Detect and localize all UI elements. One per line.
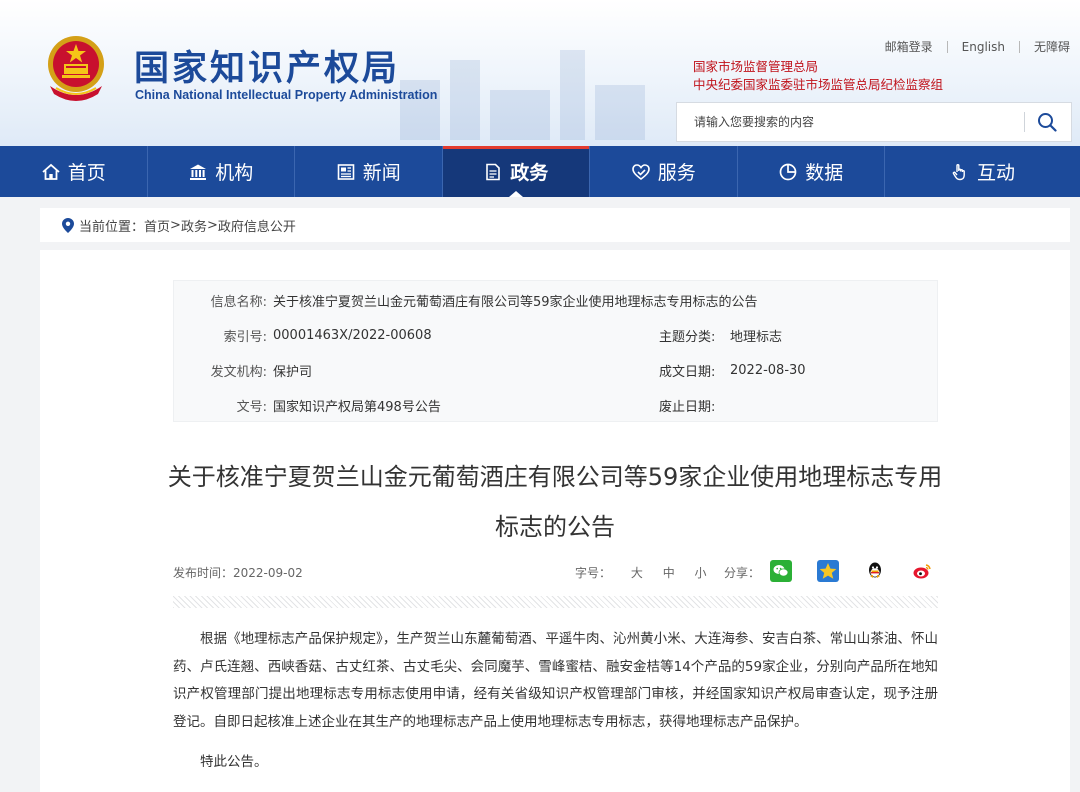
nav-label: 服务 <box>657 162 696 184</box>
meta-value-docno: 国家知识产权局第498号公告 <box>273 399 441 415</box>
nav-label: 机构 <box>215 162 254 184</box>
home-icon <box>41 162 61 182</box>
meta-label: 主题分类: <box>659 329 716 345</box>
nav-item-data[interactable]: 数据 <box>738 146 885 197</box>
nav-item-home[interactable]: 首页 <box>0 146 148 197</box>
news-icon <box>336 162 356 182</box>
nav-label: 新闻 <box>362 162 401 184</box>
font-size-large-button[interactable]: 大 <box>631 566 643 580</box>
meta-value-index: 00001463X/2022-00608 <box>273 327 432 343</box>
breadcrumb-separator: > <box>170 217 181 233</box>
interaction-hand-icon <box>950 162 970 182</box>
font-size-label: 字号： <box>575 566 612 580</box>
nav-label: 互动 <box>976 162 1015 184</box>
font-size-small-button[interactable]: 小 <box>695 566 707 580</box>
meta-label: 废止日期: <box>659 399 716 415</box>
institution-icon <box>188 162 208 182</box>
meta-label: 信息名称: <box>210 294 267 310</box>
nav-item-news[interactable]: 新闻 <box>295 146 443 197</box>
meta-label: 索引号: <box>223 329 267 345</box>
qq-icon[interactable] <box>864 560 886 582</box>
breadcrumb-prefix: 当前位置： <box>79 219 145 235</box>
article-body: 根据《地理标志产品保护规定》，生产贺兰山东麓葡萄酒、平遥牛肉、沁州黄小米、大连海… <box>173 631 938 730</box>
article-title: 关于核准宁夏贺兰山金元葡萄酒庄有限公司等59家企业使用地理标志专用标志的公告 <box>167 463 943 541</box>
government-affairs-icon <box>483 162 503 182</box>
meta-value-date: 2022-08-30 <box>730 362 806 378</box>
meta-label: 发文机构: <box>210 364 267 380</box>
supervisor-link-discipline[interactable]: 中央纪委国家监委驻市场监管总局纪检监察组 <box>693 76 943 94</box>
nav-label: 政务 <box>510 162 549 184</box>
supervising-agencies: 国家市场监督管理总局 中央纪委国家监委驻市场监管总局纪检监察组 <box>693 58 943 94</box>
breadcrumb: 当前位置： 首页 > 政务 > 政府信息公开 <box>40 208 1070 242</box>
english-link[interactable]: English <box>948 40 1019 54</box>
divider-hatched <box>173 596 938 608</box>
service-icon <box>631 162 651 182</box>
article-toolbar: 发布时间：2022-09-02 字号： 大 中 小 分享： <box>173 560 938 586</box>
breadcrumb-separator: > <box>206 217 218 233</box>
supervisor-link-samr[interactable]: 国家市场监督管理总局 <box>693 58 943 76</box>
search-button[interactable] <box>1023 103 1071 141</box>
nav-item-government-affairs[interactable]: 政务 <box>442 146 590 197</box>
font-size-controls: 字号： 大 中 小 <box>575 564 707 581</box>
site-header: 国家知识产权局 China National Intellectual Prop… <box>0 0 1080 146</box>
meta-value-issuer: 保护司 <box>273 364 313 380</box>
publish-info: 发布时间：2022-09-02 <box>173 564 303 581</box>
article-closing: 特此公告。 <box>200 754 268 770</box>
publish-date: 2022-09-02 <box>233 566 303 580</box>
breadcrumb-home-link[interactable]: 首页 <box>144 216 170 235</box>
search-box <box>676 102 1072 142</box>
meta-value-info-name: 关于核准宁夏贺兰山金元葡萄酒庄有限公司等59家企业使用地理标志专用标志的公告 <box>273 294 758 310</box>
meta-row-docno: 文号: 国家知识产权局第498号公告 废止日期: <box>174 395 937 415</box>
qzone-icon[interactable] <box>817 560 839 582</box>
nav-label: 数据 <box>805 162 844 184</box>
meta-row-info-name: 信息名称: 关于核准宁夏贺兰山金元葡萄酒庄有限公司等59家企业使用地理标志专用标… <box>174 290 758 310</box>
weibo-icon[interactable] <box>911 560 933 582</box>
accessibility-link[interactable]: 无障碍 <box>1020 38 1070 55</box>
publish-label: 发布时间： <box>173 566 234 580</box>
site-title: 国家知识产权局 <box>134 49 401 89</box>
data-pie-icon <box>778 162 798 182</box>
search-icon <box>1038 113 1057 132</box>
location-pin-icon <box>62 217 74 233</box>
nav-label: 首页 <box>67 162 106 184</box>
meta-row-index: 索引号: 00001463X/2022-00608 主题分类: 地理标志 <box>174 325 937 345</box>
meta-label: 成文日期: <box>659 364 716 380</box>
national-emblem-logo <box>48 36 104 101</box>
top-links: 邮箱登录 English 无障碍 <box>871 38 1070 55</box>
breadcrumb-disclosure-link[interactable]: 政府信息公开 <box>218 216 296 235</box>
document-meta-table: 信息名称: 关于核准宁夏贺兰山金元葡萄酒庄有限公司等59家企业使用地理标志专用标… <box>173 280 938 422</box>
search-input[interactable] <box>677 103 1023 141</box>
nav-item-interaction[interactable]: 互动 <box>885 146 1080 197</box>
share-label: 分享： <box>724 566 761 580</box>
meta-label: 文号: <box>236 399 267 415</box>
mail-login-link[interactable]: 邮箱登录 <box>871 38 947 55</box>
breadcrumb-affairs-link[interactable]: 政务 <box>181 216 207 235</box>
nav-item-institution[interactable]: 机构 <box>148 146 295 197</box>
meta-row-issuer: 发文机构: 保护司 成文日期: 2022-08-30 <box>174 360 937 380</box>
nav-item-service[interactable]: 服务 <box>590 146 738 197</box>
wechat-icon[interactable] <box>770 560 792 582</box>
meta-value-topic: 地理标志 <box>730 329 783 345</box>
article-card: 信息名称: 关于核准宁夏贺兰山金元葡萄酒庄有限公司等59家企业使用地理标志专用标… <box>40 250 1070 792</box>
main-nav: 首页 机构 新闻 政务 服务 数据 互动 <box>0 146 1080 197</box>
site-subtitle: China National Intellectual Property Adm… <box>135 88 438 102</box>
font-size-medium-button[interactable]: 中 <box>663 566 675 580</box>
